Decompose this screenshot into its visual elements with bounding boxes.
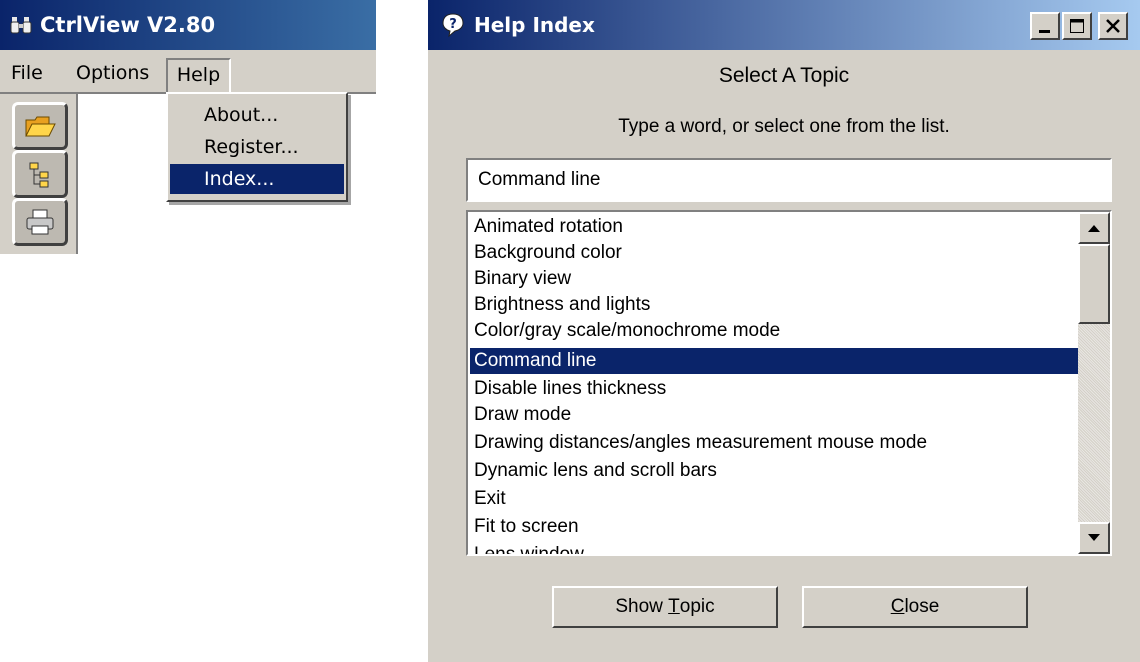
arrow-down-icon [1088,534,1100,541]
minimize-icon [1039,30,1050,33]
list-item[interactable]: Brightness and lights [470,292,1078,318]
menu-options[interactable]: Options [70,58,155,88]
list-item-selected[interactable]: Command line [470,348,1078,374]
topic-search-input[interactable] [466,158,1112,202]
show-topic-label-pre: Show [615,596,669,617]
list-item[interactable]: Color/gray scale/monochrome mode [470,318,1078,344]
maximize-button[interactable] [1062,12,1092,40]
app-window: CtrlView V2.80 File Options Help About..… [0,0,376,260]
scroll-down-button[interactable] [1078,522,1110,554]
menu-item-index[interactable]: Index... [170,164,344,194]
dialog-title-text: Help Index [474,13,595,37]
show-topic-label-post: opic [679,596,715,617]
scroll-thumb[interactable] [1078,244,1110,324]
dialog-heading: Select A Topic [718,64,850,87]
list-item[interactable]: Draw mode [470,402,1078,428]
dialog-instructions: Type a word, or select one from the list… [618,116,950,137]
maximize-icon [1070,19,1084,33]
help-index-dialog: ? Help Index Select A Topic Type a word,… [426,0,1140,662]
arrow-up-icon [1088,225,1100,232]
print-button[interactable] [12,198,68,246]
tree-view-icon [29,162,49,188]
list-item[interactable]: Binary view [470,266,1078,292]
help-question-icon: ? [442,13,464,38]
toolbar [0,94,78,254]
list-item[interactable]: Lens window [470,542,1078,554]
menu-item-about[interactable]: About... [170,100,344,130]
tree-view-button[interactable] [12,150,68,198]
list-item[interactable]: Animated rotation [470,214,1078,240]
svg-text:?: ? [449,17,457,32]
open-button[interactable] [12,102,68,150]
list-item[interactable]: Fit to screen [470,514,1078,540]
close-label-post: lose [904,596,940,617]
close-icon [1106,19,1120,33]
menu-bar: File Options Help [0,50,376,94]
close-accel: C [890,596,905,617]
print-icon [26,209,54,235]
minimize-button[interactable] [1030,12,1060,40]
show-topic-accel: T [668,596,680,617]
show-topic-button[interactable]: Show Topic [552,586,778,628]
list-item[interactable]: Exit [470,486,1078,512]
dialog-title-bar: ? Help Index [428,0,1140,50]
scroll-up-button[interactable] [1078,212,1110,244]
close-button[interactable]: Close [802,586,1028,628]
menu-item-register[interactable]: Register... [170,132,344,162]
app-title-bar: CtrlView V2.80 [0,0,376,50]
topic-list[interactable]: Animated rotation Background color Binar… [466,210,1112,556]
list-item[interactable]: Drawing distances/angles measurement mou… [470,430,1078,456]
binoculars-icon [10,17,32,34]
list-item[interactable]: Disable lines thickness [470,376,1078,402]
menu-file[interactable]: File [5,58,49,88]
close-window-button[interactable] [1098,12,1128,40]
menu-help[interactable]: Help [166,58,231,94]
list-item[interactable]: Background color [470,240,1078,266]
open-folder-icon [25,116,56,137]
help-dropdown-menu: About... Register... Index... [166,92,348,202]
app-title-text: CtrlView V2.80 [40,13,216,37]
list-scrollbar[interactable] [1078,212,1110,554]
list-item[interactable]: Dynamic lens and scroll bars [470,458,1078,484]
